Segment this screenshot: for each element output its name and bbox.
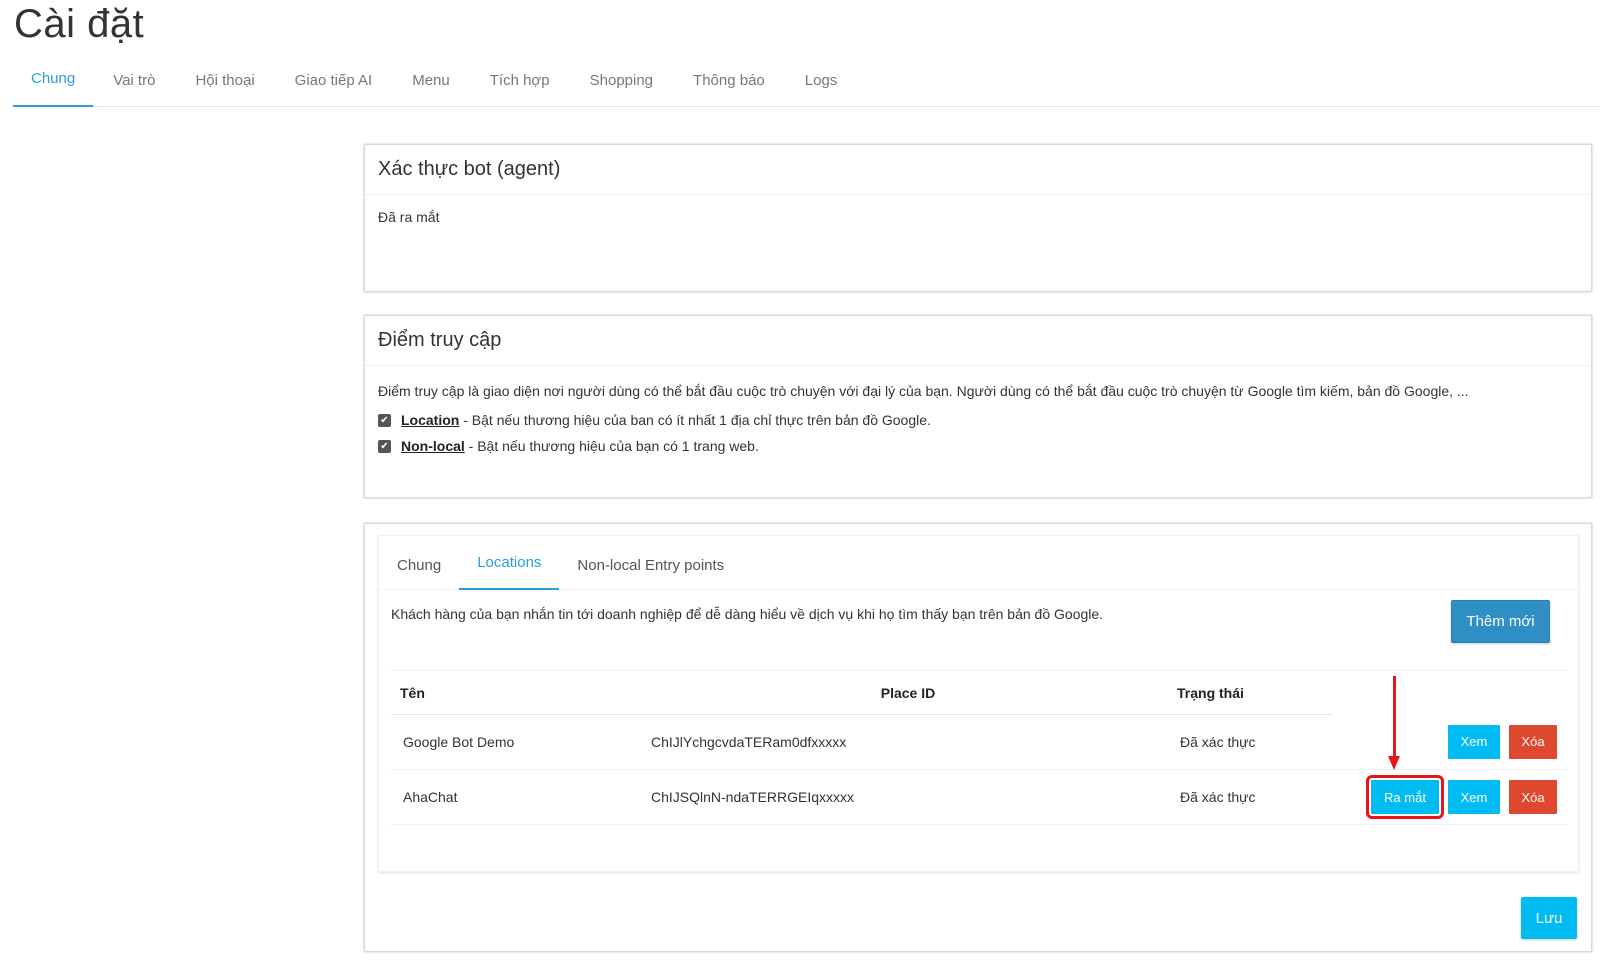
location-option: ✔ Location - Bật nếu thương hiệu của ban… <box>378 412 1578 428</box>
location-checkbox[interactable]: ✔ <box>378 413 391 427</box>
panel-title: Xác thực bot (agent) <box>365 145 1591 195</box>
annotation-arrow-icon <box>1388 676 1400 770</box>
delete-button[interactable]: Xóa <box>1509 724 1557 759</box>
locations-table: Tên Place ID Trạng thái Google Bot Demo … <box>391 670 1568 825</box>
save-button[interactable]: Lưu <box>1521 897 1577 939</box>
non-local-option: ✔ Non-local - Bật nếu thương hiệu của bạ… <box>378 438 1578 454</box>
bot-verification-panel: Xác thực bot (agent) Đã ra mắt <box>364 144 1592 292</box>
delete-button[interactable]: Xóa <box>1509 780 1557 814</box>
non-local-option-text: - Bật nếu thương hiệu của bạn có 1 trang… <box>464 438 759 454</box>
tab-logs[interactable]: Logs <box>785 58 858 107</box>
status-text: Đã xác thực <box>1168 769 1333 825</box>
locations-tabs: Chung Locations Non-local Entry points <box>379 536 1578 590</box>
location-option-text: - Bật nếu thương hiệu của ban có ít nhất… <box>459 412 931 428</box>
non-local-link[interactable]: Non-local <box>401 438 465 454</box>
place-id: ChIJSQlnN-ndaTERRGEIqxxxxx <box>639 769 1168 825</box>
column-header-status: Trạng thái <box>1168 670 1333 715</box>
settings-tabs: Chung Vai trò Hội thoại Giao tiếp AI Men… <box>13 58 1600 107</box>
table-row: AhaChat ChIJSQlnN-ndaTERRGEIqxxxxx Đã xá… <box>391 769 1568 825</box>
location-name: AhaChat <box>391 769 639 825</box>
locations-description: Khách hàng của bạn nhắn tin tới doanh ng… <box>391 606 1104 622</box>
tab-chung[interactable]: Chung <box>13 58 94 107</box>
verification-status: Đã ra mắt <box>378 209 440 225</box>
non-local-checkbox[interactable]: ✔ <box>378 439 391 453</box>
locations-card: Chung Locations Non-local Entry points K… <box>378 535 1579 872</box>
panel-title: Điểm truy cập <box>365 316 1591 366</box>
subtab-chung[interactable]: Chung <box>379 536 459 590</box>
column-header-name: Tên <box>391 670 639 715</box>
table-header: Tên Place ID Trạng thái <box>391 670 1568 715</box>
locations-panel: Chung Locations Non-local Entry points K… <box>364 523 1592 952</box>
tab-giao-tiep-ai[interactable]: Giao tiếp AI <box>275 58 393 107</box>
tab-thong-bao[interactable]: Thông báo <box>673 58 785 107</box>
tab-tich-hop[interactable]: Tích hợp <box>470 58 570 107</box>
status-text: Đã xác thực <box>1168 714 1333 770</box>
place-id: ChIJlYchgcvdaTERam0dfxxxxx <box>639 714 1168 770</box>
checkmark-icon: ✔ <box>380 440 389 452</box>
tab-menu[interactable]: Menu <box>392 58 470 107</box>
location-name: Google Bot Demo <box>391 714 639 770</box>
checkmark-icon: ✔ <box>380 414 389 426</box>
tab-shopping[interactable]: Shopping <box>570 58 673 107</box>
tab-vai-tro[interactable]: Vai trò <box>93 58 175 107</box>
tab-hoi-thoai[interactable]: Hội thoại <box>175 58 274 107</box>
entry-points-description: Điểm truy cập là giao diện nơi người dùn… <box>378 383 1469 399</box>
view-button[interactable]: Xem <box>1448 724 1500 759</box>
entry-points-panel: Điểm truy cập Điểm truy cập là giao diện… <box>364 315 1592 498</box>
view-button[interactable]: Xem <box>1448 780 1500 814</box>
subtab-locations[interactable]: Locations <box>459 536 560 590</box>
page-title: Cài đặt <box>14 2 145 46</box>
add-location-button[interactable]: Thêm mới <box>1451 600 1550 643</box>
column-header-place-id: Place ID <box>639 670 1168 715</box>
subtab-non-local[interactable]: Non-local Entry points <box>559 536 742 590</box>
launch-button[interactable]: Ra mắt <box>1366 775 1444 819</box>
location-link[interactable]: Location <box>401 412 459 428</box>
